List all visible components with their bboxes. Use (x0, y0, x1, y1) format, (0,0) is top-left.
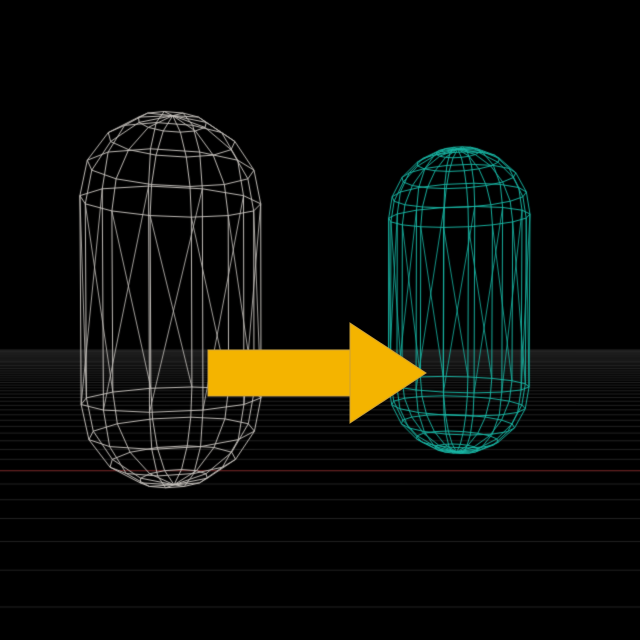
viewport-3d (0, 0, 640, 640)
